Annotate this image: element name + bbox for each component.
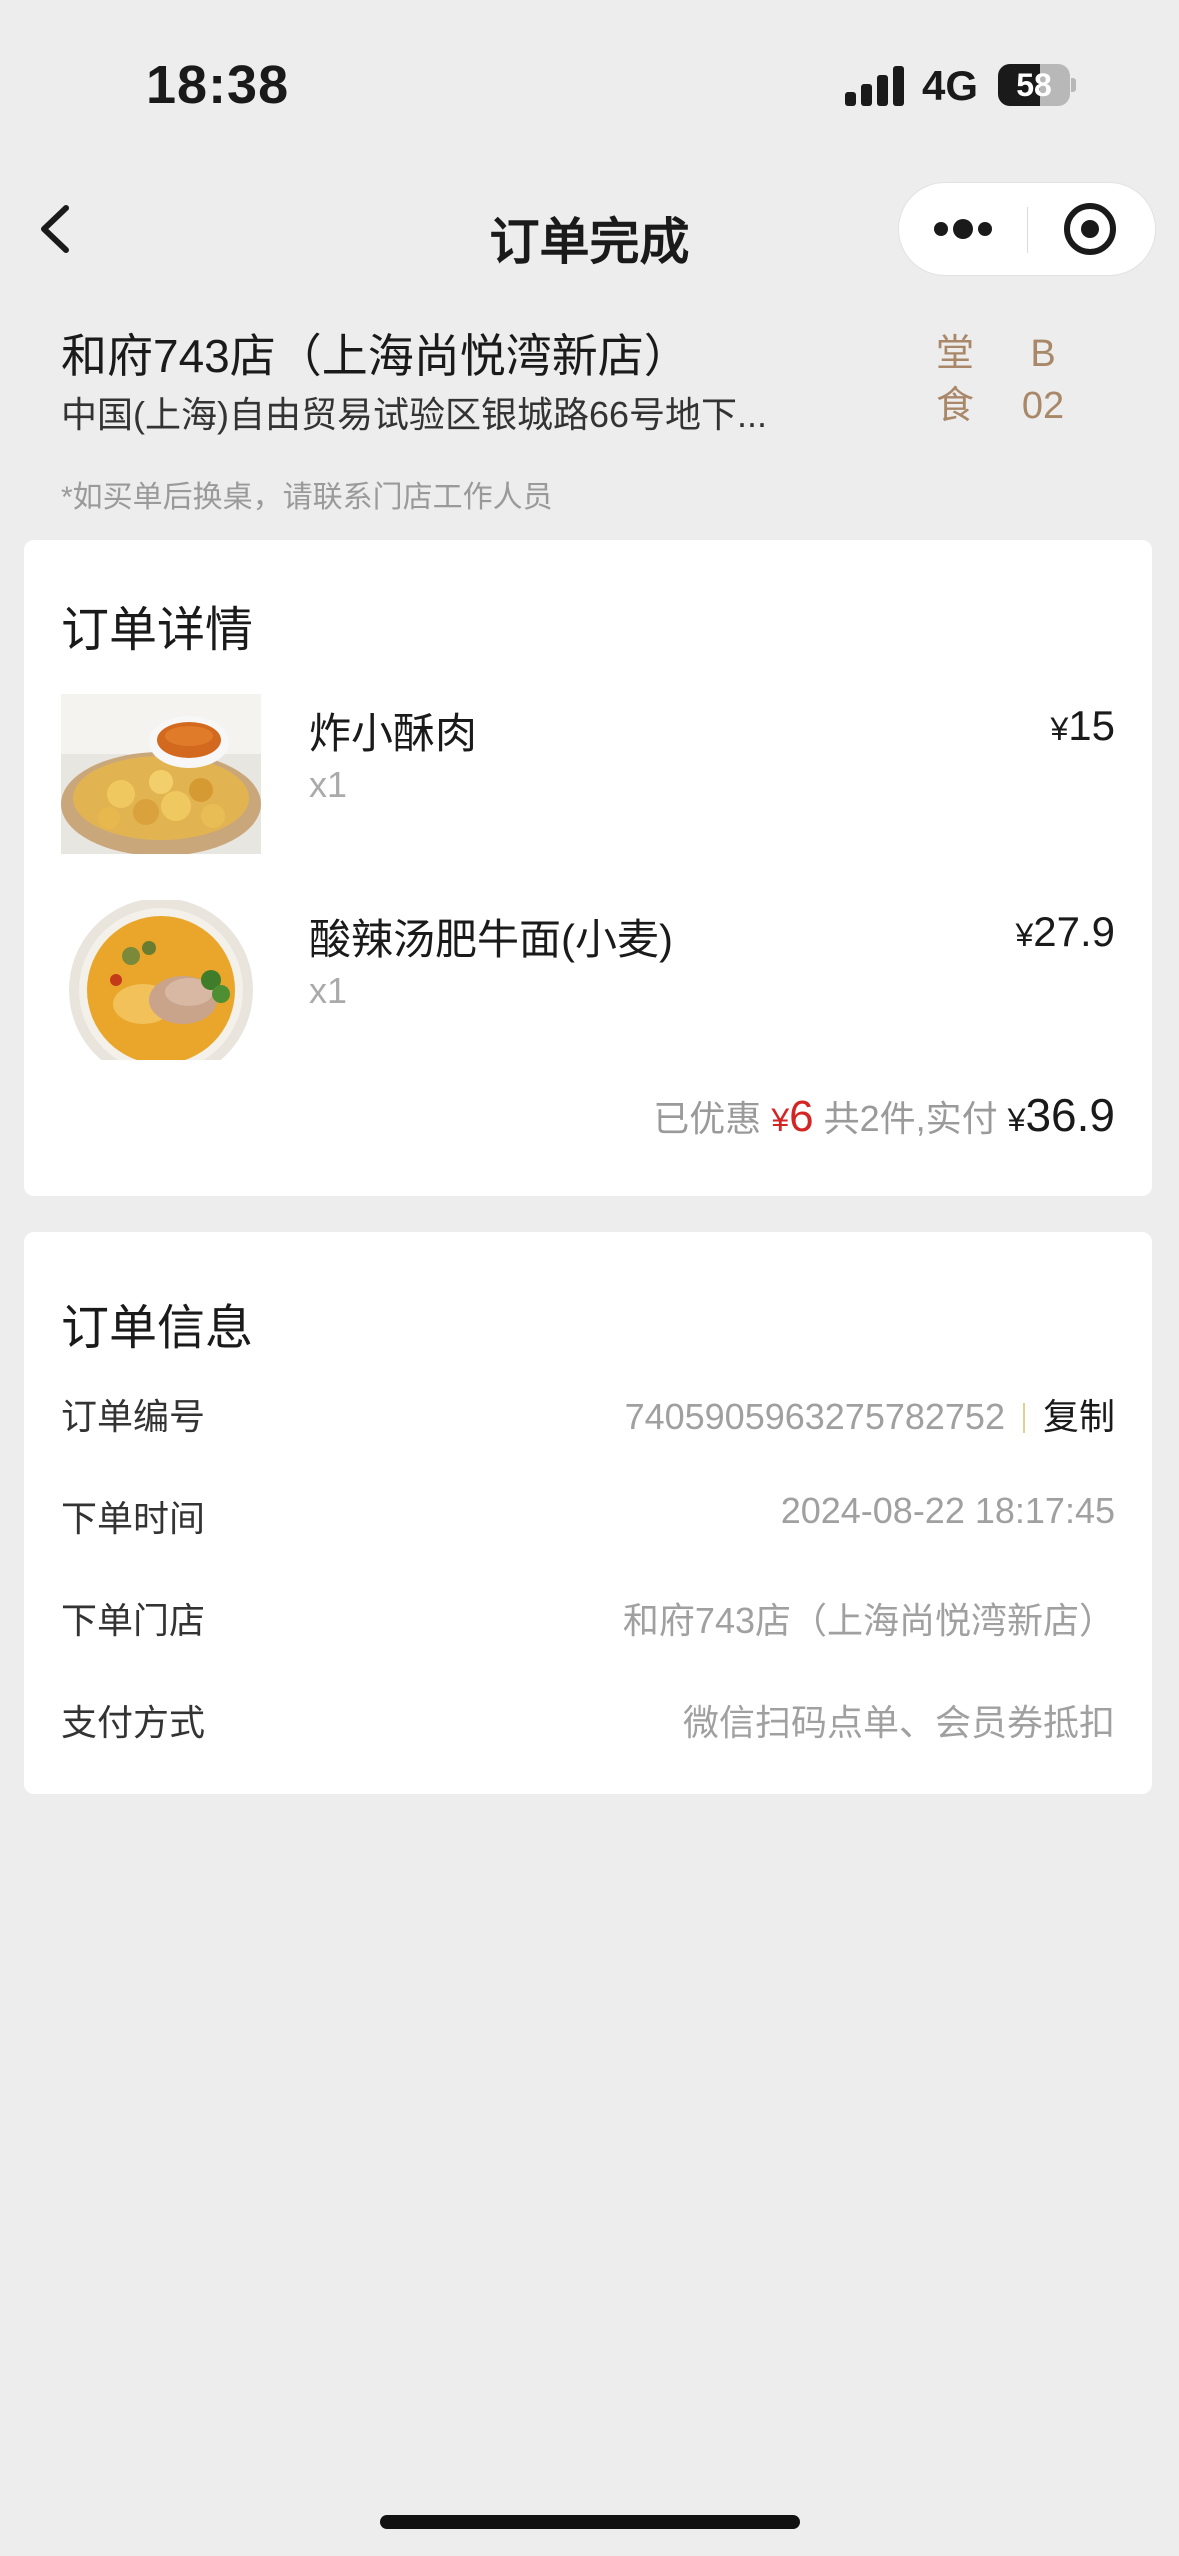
currency-symbol: ¥ xyxy=(1015,917,1034,953)
info-value: 2024-08-22 18:17:45 xyxy=(780,1490,1115,1531)
copy-divider xyxy=(1022,1403,1025,1433)
mini-program-capsule xyxy=(898,182,1156,276)
store-address: 中国(上海)自由贸易试验区银城路66号地下... xyxy=(61,394,768,435)
total-amount: ¥36.9 xyxy=(1007,1089,1115,1141)
order-detail-title: 订单详情 xyxy=(61,604,254,657)
item-quantity: x1 xyxy=(309,970,348,1011)
discount-label: 已优惠 xyxy=(653,1098,762,1139)
item-price-value: 15 xyxy=(1068,702,1115,749)
info-value: 和府743店（上海尚悦湾新店） xyxy=(622,1600,1115,1641)
currency-symbol: ¥ xyxy=(1050,711,1069,747)
close-mini-program-button[interactable] xyxy=(1028,183,1156,275)
info-label: 订单编号 xyxy=(61,1396,206,1437)
info-value: 7405905963275782752 复制 xyxy=(625,1388,1115,1440)
nav-bar: 订单完成 xyxy=(0,170,1179,290)
item-price-value: 27.9 xyxy=(1033,908,1115,955)
order-summary: 已优惠 ¥6 共2件,实付 ¥36.9 xyxy=(653,1088,1115,1142)
dine-type-char: 堂 xyxy=(936,333,975,375)
info-label: 支付方式 xyxy=(61,1702,206,1743)
item-price: ¥27.9 xyxy=(1015,908,1115,956)
item-name: 炸小酥肉 xyxy=(309,710,478,757)
info-row-order-store: 下单门店 和府743店（上海尚悦湾新店） xyxy=(61,1592,1115,1652)
battery-icon: 58 xyxy=(998,64,1076,106)
store-header: 和府743店（上海尚悦湾新店） 中国(上海)自由贸易试验区银城路66号地下...… xyxy=(0,300,1179,540)
status-time: 18:38 xyxy=(146,55,290,115)
info-row-payment-method: 支付方式 微信扫码点单、会员券抵扣 xyxy=(61,1694,1115,1754)
more-button[interactable] xyxy=(899,183,1027,275)
table-number-line: 02 xyxy=(1021,385,1065,427)
order-item[interactable]: 酸辣汤肥牛面(小麦) x1 ¥27.9 xyxy=(61,900,1115,1060)
copy-button[interactable]: 复制 xyxy=(1043,1396,1115,1437)
info-row-order-number: 订单编号 7405905963275782752 复制 xyxy=(61,1388,1115,1448)
item-image-beef-noodle xyxy=(61,900,261,1060)
item-quantity: x1 xyxy=(309,764,348,805)
item-price: ¥15 xyxy=(1050,702,1115,750)
info-label: 下单门店 xyxy=(61,1600,206,1641)
more-dots-icon xyxy=(934,219,992,239)
network-label: 4G xyxy=(922,62,979,109)
order-item[interactable]: 炸小酥肉 x1 ¥15 xyxy=(61,694,1115,854)
order-info-card: 订单信息 订单编号 7405905963275782752 复制 下单时间 202… xyxy=(24,1232,1152,1794)
table-number-line: B xyxy=(1030,333,1056,375)
status-bar: 18:38 4G 58 xyxy=(0,0,1179,170)
discount-amount: ¥6 xyxy=(771,1092,813,1141)
item-image-fried-pork xyxy=(61,694,261,854)
info-value: 微信扫码点单、会员券抵扣 xyxy=(682,1702,1115,1743)
table-number: B 02 xyxy=(1008,328,1078,432)
home-indicator[interactable] xyxy=(380,2515,800,2529)
store-name: 和府743店（上海尚悦湾新店） xyxy=(61,330,690,382)
currency-symbol: ¥ xyxy=(1007,1102,1026,1138)
item-name: 酸辣汤肥牛面(小麦) xyxy=(309,916,673,963)
info-label: 下单时间 xyxy=(61,1498,206,1539)
order-info-title: 订单信息 xyxy=(61,1302,254,1355)
total-value: 36.9 xyxy=(1025,1089,1115,1141)
item-count-label: 共2件,实付 xyxy=(823,1098,998,1139)
order-number: 7405905963275782752 xyxy=(624,1396,1005,1437)
target-close-icon xyxy=(1064,203,1116,255)
store-note: *如买单后换桌，请联系门店工作人员 xyxy=(61,481,553,514)
dine-type-char: 食 xyxy=(936,385,975,427)
discount-value: 6 xyxy=(789,1092,814,1141)
info-row-order-time: 下单时间 2024-08-22 18:17:45 xyxy=(61,1490,1115,1550)
dine-type-tag: 堂 食 xyxy=(936,328,980,432)
order-detail-card: 订单详情 炸小酥肉 x1 ¥15 酸辣汤肥牛面(小麦) x1 ¥27.9 已优惠… xyxy=(24,540,1152,1196)
battery-level: 58 xyxy=(1016,67,1052,103)
currency-symbol: ¥ xyxy=(771,1102,790,1138)
signal-icon xyxy=(845,66,907,106)
